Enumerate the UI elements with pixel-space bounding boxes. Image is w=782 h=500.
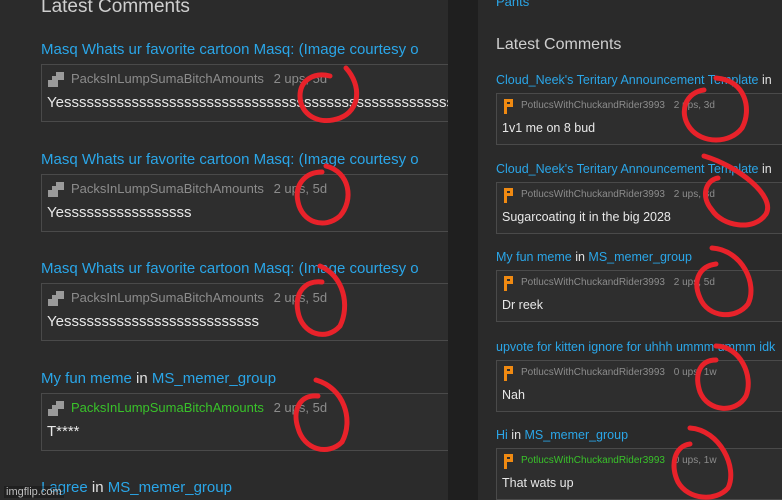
comment-stats: 0 ups, 1w xyxy=(673,455,717,466)
post-link[interactable]: Cloud_Neek's Teritary Announcement Templ… xyxy=(496,162,759,176)
entry-title: Masq Whats ur favorite cartoon Masq: (Im… xyxy=(41,260,419,277)
username-link[interactable]: PacksInLumpSumaBitchAmounts xyxy=(71,71,264,86)
in-word: in xyxy=(761,73,772,87)
in-word: in xyxy=(91,479,104,496)
username-link[interactable]: PacksInLumpSumaBitchAmounts xyxy=(71,181,264,196)
comment-stats: 2 ups, 5d xyxy=(273,290,328,305)
username-link[interactable]: PotlucsWithChuckandRider3993 xyxy=(521,367,665,378)
entry-title: Masq Whats ur favorite cartoon Masq: (Im… xyxy=(41,41,419,58)
in-word: in xyxy=(136,370,148,387)
post-link[interactable]: Masq Whats ur favorite cartoon Masq: (Im… xyxy=(41,151,419,168)
right-panel: Pants Latest Comments Cloud_Neek's Terit… xyxy=(478,0,782,500)
user-avatar-icon[interactable] xyxy=(502,453,516,469)
entry-title: upvote for kitten ignore for uhhh ummm u… xyxy=(496,340,775,354)
post-link[interactable]: My fun meme xyxy=(41,370,132,387)
comment-box: PotlucsWithChuckandRider3993 0 ups, 1w N… xyxy=(496,360,782,412)
panel-divider xyxy=(448,0,478,500)
comment-box: PacksInLumpSumaBitchAmounts 2 ups, 5d T*… xyxy=(41,393,448,451)
comment-text: Yessssssssssssssssssssssssssssssssssssss… xyxy=(47,94,448,111)
comment-text: Yessssssssssssssssssssssssss xyxy=(47,313,259,330)
comment-meta: PotlucsWithChuckandRider3993 0 ups, 1w xyxy=(521,455,717,466)
group-link[interactable]: MS_memer_group xyxy=(588,250,692,264)
comment-stats: 2 ups, 5d xyxy=(273,181,328,196)
comment-text: T**** xyxy=(47,423,80,440)
group-link[interactable]: MS_memer_group xyxy=(525,428,629,442)
section-title: Latest Comments xyxy=(41,0,190,17)
username-link[interactable]: PotlucsWithChuckandRider3993 xyxy=(521,455,665,466)
in-word: in xyxy=(511,428,522,442)
comment-meta: PacksInLumpSumaBitchAmounts 2 ups, 5d xyxy=(71,290,327,305)
post-link[interactable]: Masq Whats ur favorite cartoon Masq: (Im… xyxy=(41,41,419,58)
section-title: Latest Comments xyxy=(496,36,622,53)
comment-box: PotlucsWithChuckandRider3993 2 ups, 3d S… xyxy=(496,182,782,234)
comment-stats: 2 ups, 5d xyxy=(273,71,328,86)
comment-meta: PacksInLumpSumaBitchAmounts 2 ups, 5d xyxy=(71,181,327,196)
post-link[interactable]: My fun meme xyxy=(496,250,572,264)
entry-title: Cloud_Neek's Teritary Announcement Templ… xyxy=(496,162,772,176)
comment-meta: PotlucsWithChuckandRider3993 0 ups, 1w xyxy=(521,367,717,378)
user-avatar-icon[interactable] xyxy=(46,70,66,88)
username-link[interactable]: PacksInLumpSumaBitchAmounts xyxy=(71,400,264,415)
username-link[interactable]: PotlucsWithChuckandRider3993 xyxy=(521,100,665,111)
entry-title: My fun meme in MS_memer_group xyxy=(496,250,692,264)
user-avatar-icon[interactable] xyxy=(502,98,516,114)
comment-stats: 2 ups, 5d xyxy=(273,400,328,415)
comment-meta: PotlucsWithChuckandRider3993 2 ups, 5d xyxy=(521,277,715,288)
username-link[interactable]: PacksInLumpSumaBitchAmounts xyxy=(71,290,264,305)
user-avatar-icon[interactable] xyxy=(46,399,66,417)
comment-box: PacksInLumpSumaBitchAmounts 2 ups, 5d Ye… xyxy=(41,64,448,122)
post-link[interactable]: Masq Whats ur favorite cartoon Masq: (Im… xyxy=(41,260,419,277)
user-avatar-icon[interactable] xyxy=(502,187,516,203)
comment-text: 1v1 me on 8 bud xyxy=(502,121,596,135)
comment-box: PotlucsWithChuckandRider3993 2 ups, 5d D… xyxy=(496,270,782,322)
comment-meta: PacksInLumpSumaBitchAmounts 2 ups, 5d xyxy=(71,71,327,86)
comment-stats: 0 ups, 1w xyxy=(673,367,717,378)
group-link[interactable]: MS_memer_group xyxy=(108,479,232,496)
comment-box: PotlucsWithChuckandRider3993 0 ups, 1w T… xyxy=(496,448,782,500)
left-panel: Latest Comments Masq Whats ur favorite c… xyxy=(0,0,448,500)
entry-title: Cloud_Neek's Teritary Announcement Templ… xyxy=(496,73,772,87)
comment-text: Dr reek xyxy=(502,298,543,312)
user-avatar-icon[interactable] xyxy=(46,180,66,198)
group-link[interactable]: MS_memer_group xyxy=(152,370,276,387)
comment-meta: PacksInLumpSumaBitchAmounts 2 ups, 5d xyxy=(71,400,327,415)
imgflip-watermark: imgflip.com xyxy=(4,486,64,498)
entry-title: I agree in MS_memer_group xyxy=(41,479,232,496)
entry-title: Masq Whats ur favorite cartoon Masq: (Im… xyxy=(41,151,419,168)
comment-stats: 2 ups, 3d xyxy=(673,100,715,111)
comment-box: PotlucsWithChuckandRider3993 2 ups, 3d 1… xyxy=(496,93,782,145)
comment-text: That wats up xyxy=(502,476,574,490)
comment-text: Nah xyxy=(502,388,525,402)
comment-text: Yesssssssssssssssss xyxy=(47,204,192,221)
username-link[interactable]: PotlucsWithChuckandRider3993 xyxy=(521,189,665,200)
comment-meta: PotlucsWithChuckandRider3993 2 ups, 3d xyxy=(521,189,715,200)
entry-title: Hi in MS_memer_group xyxy=(496,428,628,442)
in-word: in xyxy=(761,162,772,176)
comment-meta: PotlucsWithChuckandRider3993 2 ups, 3d xyxy=(521,100,715,111)
comment-box: PacksInLumpSumaBitchAmounts 2 ups, 5d Ye… xyxy=(41,283,448,341)
user-avatar-icon[interactable] xyxy=(502,365,516,381)
comment-text: Sugarcoating it in the big 2028 xyxy=(502,210,671,224)
post-link[interactable]: upvote for kitten ignore for uhhh ummm u… xyxy=(496,340,775,354)
in-word: in xyxy=(575,250,585,264)
comment-box: PacksInLumpSumaBitchAmounts 2 ups, 5d Ye… xyxy=(41,174,448,232)
post-link[interactable]: Cloud_Neek's Teritary Announcement Templ… xyxy=(496,73,759,87)
entry-title: My fun meme in MS_memer_group xyxy=(41,370,276,387)
comment-stats: 2 ups, 3d xyxy=(673,189,715,200)
top-link[interactable]: Pants xyxy=(496,0,529,9)
username-link[interactable]: PotlucsWithChuckandRider3993 xyxy=(521,277,665,288)
post-link[interactable]: Hi xyxy=(496,428,508,442)
user-avatar-icon[interactable] xyxy=(502,275,516,291)
user-avatar-icon[interactable] xyxy=(46,289,66,307)
comment-stats: 2 ups, 5d xyxy=(673,277,715,288)
